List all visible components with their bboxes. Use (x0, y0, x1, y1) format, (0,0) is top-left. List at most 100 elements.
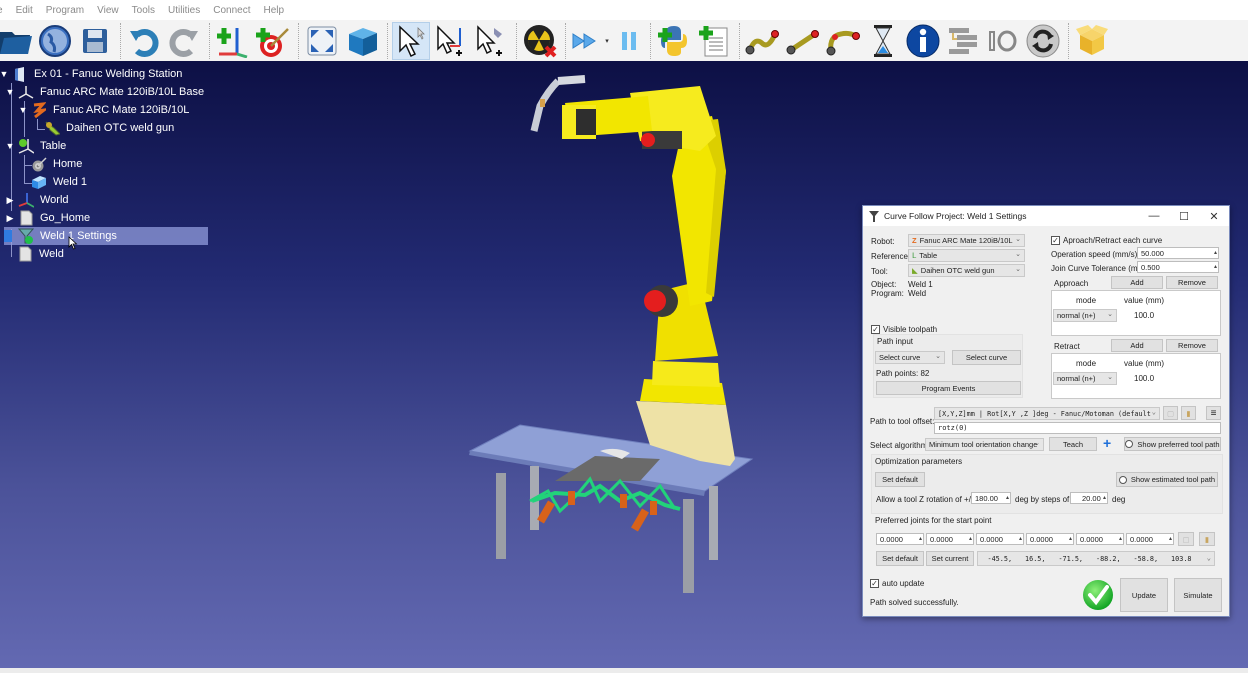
show-preferred-tool-path-radio[interactable]: Show preferred tool path (1124, 437, 1221, 451)
menu-file[interactable]: e (0, 5, 3, 16)
spinner-arrows[interactable]: ▴ (1214, 262, 1217, 272)
spinner-arrows[interactable]: ▴ (1103, 493, 1106, 503)
menu-connect[interactable]: Connect (213, 5, 250, 16)
menu-help[interactable]: Help (264, 5, 285, 16)
tree-item-weld1[interactable]: Weld 1 (31, 173, 87, 191)
add-target-button[interactable] (254, 22, 292, 60)
simulation-sync-button[interactable] (1024, 22, 1062, 60)
tree-item-robot-base[interactable]: ▼ Fanuc ARC Mate 120iB/10L Base (4, 83, 204, 101)
paste-offset-button[interactable]: ▮ (1181, 406, 1196, 420)
tree-item-station[interactable]: ▼ Ex 01 - Fanuc Welding Station (0, 65, 182, 83)
collapse-arrow[interactable]: ▼ (0, 68, 10, 80)
paste-joints-button[interactable]: ▮ (1199, 532, 1215, 546)
program-call-button[interactable] (944, 22, 982, 60)
tree-item-home[interactable]: Home (31, 155, 82, 173)
retract-value[interactable]: 100.0 (1134, 374, 1154, 383)
join-tolerance-input[interactable]: 0.500 ▴ (1137, 261, 1219, 273)
menu-utilities[interactable]: Utilities (168, 5, 200, 16)
menu-edit[interactable]: Edit (16, 5, 33, 16)
minimize-button[interactable]: — (1139, 206, 1169, 226)
expand-arrow[interactable]: ▶ (4, 212, 16, 224)
menu-tools[interactable]: Tools (132, 5, 155, 16)
linear-move-button[interactable] (784, 22, 822, 60)
approach-retract-checkbox[interactable]: ✓ Aproach/Retract each curve (1051, 236, 1162, 245)
add-icon[interactable]: + (1103, 435, 1111, 451)
retract-remove-button[interactable]: Remove (1166, 339, 1218, 352)
save-button[interactable] (76, 22, 114, 60)
tool-select[interactable]: ◣ Daihen OTC weld gun ⌄ (908, 264, 1025, 277)
menu-button[interactable]: ≡ (1206, 406, 1221, 420)
approach-value[interactable]: 100.0 (1134, 311, 1154, 320)
add-reference-frame-button[interactable] (214, 22, 252, 60)
pause-button[interactable] (614, 22, 644, 60)
collapse-arrow[interactable]: ▼ (4, 86, 16, 98)
simulation-speed-dropdown[interactable]: ▾ (602, 22, 612, 60)
joint-4-input[interactable]: 0.0000 ▴ (1026, 533, 1074, 545)
open-button[interactable] (0, 22, 34, 60)
redo-button[interactable] (165, 22, 203, 60)
set-default-joints-button[interactable]: Set default (876, 551, 924, 566)
rotation-input[interactable]: 180.00 ▴ (971, 492, 1011, 504)
joint-2-input[interactable]: 0.0000 ▴ (926, 533, 974, 545)
undo-button[interactable] (125, 22, 163, 60)
select-curve-dropdown[interactable]: Select curve ⌄ (875, 351, 945, 364)
current-joints-select[interactable]: -45.5, 16.5, -71.5, -88.2, -58.8, 103.8 … (977, 551, 1215, 566)
operation-speed-input[interactable]: 50.000 ▴ (1137, 247, 1219, 259)
online-library-button[interactable] (36, 22, 74, 60)
copy-joints-button[interactable]: ▢ (1178, 532, 1194, 546)
retract-mode-select[interactable]: normal (n+) ⌄ (1053, 372, 1117, 385)
maximize-button[interactable]: ☐ (1169, 206, 1199, 226)
set-io-button[interactable] (984, 22, 1022, 60)
approach-add-button[interactable]: Add (1111, 276, 1163, 289)
algorithm-select[interactable]: Minimum tool orientation change ⌄ (925, 438, 1044, 451)
offset-input[interactable]: rotz(0) (934, 422, 1221, 434)
spinner-arrows[interactable]: ▴ (1214, 248, 1217, 258)
teach-button[interactable]: Teach (1049, 437, 1097, 451)
tree-item-tool[interactable]: Daihen OTC weld gun (44, 119, 174, 137)
tree-item-weld1-settings[interactable]: Weld 1 Settings (4, 227, 208, 245)
joint-1-input[interactable]: 0.0000 ▴ (876, 533, 924, 545)
reference-select[interactable]: ᒪ Table ⌄ (908, 249, 1025, 262)
add-python-program-button[interactable] (655, 22, 693, 60)
show-message-button[interactable] (904, 22, 942, 60)
collapse-arrow[interactable]: ▼ (4, 140, 16, 152)
dialog-titlebar[interactable]: Curve Follow Project: Weld 1 Settings — … (863, 206, 1229, 226)
collision-check-button[interactable] (521, 22, 559, 60)
tree-item-go-home[interactable]: ▶ Go_Home (4, 209, 90, 227)
fit-all-button[interactable] (303, 22, 341, 60)
move-reference-button[interactable] (432, 22, 470, 60)
joint-5-input[interactable]: 0.0000 ▴ (1076, 533, 1124, 545)
step-input[interactable]: 20.00 ▴ (1070, 492, 1108, 504)
auto-update-checkbox[interactable]: ✓ auto update (870, 579, 924, 588)
close-button[interactable]: ✕ (1199, 206, 1229, 226)
tree-item-weld[interactable]: Weld (17, 245, 64, 263)
update-button[interactable]: Update (1120, 578, 1168, 612)
iso-view-button[interactable] (343, 22, 381, 60)
collapse-arrow[interactable]: ▼ (17, 104, 29, 116)
program-events-button[interactable]: Program Events (876, 381, 1021, 395)
visible-toolpath-checkbox[interactable]: ✓ Visible toolpath (871, 325, 937, 334)
tree-item-robot[interactable]: ▼ Fanuc ARC Mate 120iB/10L (17, 101, 189, 119)
joint-6-input[interactable]: 0.0000 ▴ (1126, 533, 1174, 545)
joint-move-button[interactable] (744, 22, 782, 60)
set-default-optimization-button[interactable]: Set default (875, 472, 925, 487)
select-curve-button[interactable]: Select curve (952, 350, 1021, 365)
move-tool-button[interactable] (472, 22, 510, 60)
retract-add-button[interactable]: Add (1111, 339, 1163, 352)
add-program-button[interactable] (695, 22, 733, 60)
add-station-object-button[interactable] (1073, 22, 1111, 60)
set-current-button[interactable]: Set current (926, 551, 974, 566)
approach-mode-select[interactable]: normal (n+) ⌄ (1053, 309, 1117, 322)
menu-program[interactable]: Program (46, 5, 84, 16)
robot-select[interactable]: Z Fanuc ARC Mate 120iB/10L ⌄ (908, 234, 1025, 247)
fast-simulation-button[interactable] (570, 22, 600, 60)
tree-item-table[interactable]: ▼ Table (4, 137, 66, 155)
copy-offset-button[interactable]: ▢ (1163, 406, 1178, 420)
tree-item-world[interactable]: ▶ World (4, 191, 69, 209)
expand-arrow[interactable]: ▶ (4, 194, 16, 206)
simulate-button[interactable]: Simulate (1174, 578, 1222, 612)
offset-format-select[interactable]: [X,Y,Z]mm | Rot[X,Y ,Z ]deg - Fanuc/Moto… (934, 407, 1160, 420)
show-estimated-tool-path-radio[interactable]: Show estimated tool path (1116, 472, 1218, 487)
approach-remove-button[interactable]: Remove (1166, 276, 1218, 289)
circular-move-button[interactable] (824, 22, 862, 60)
